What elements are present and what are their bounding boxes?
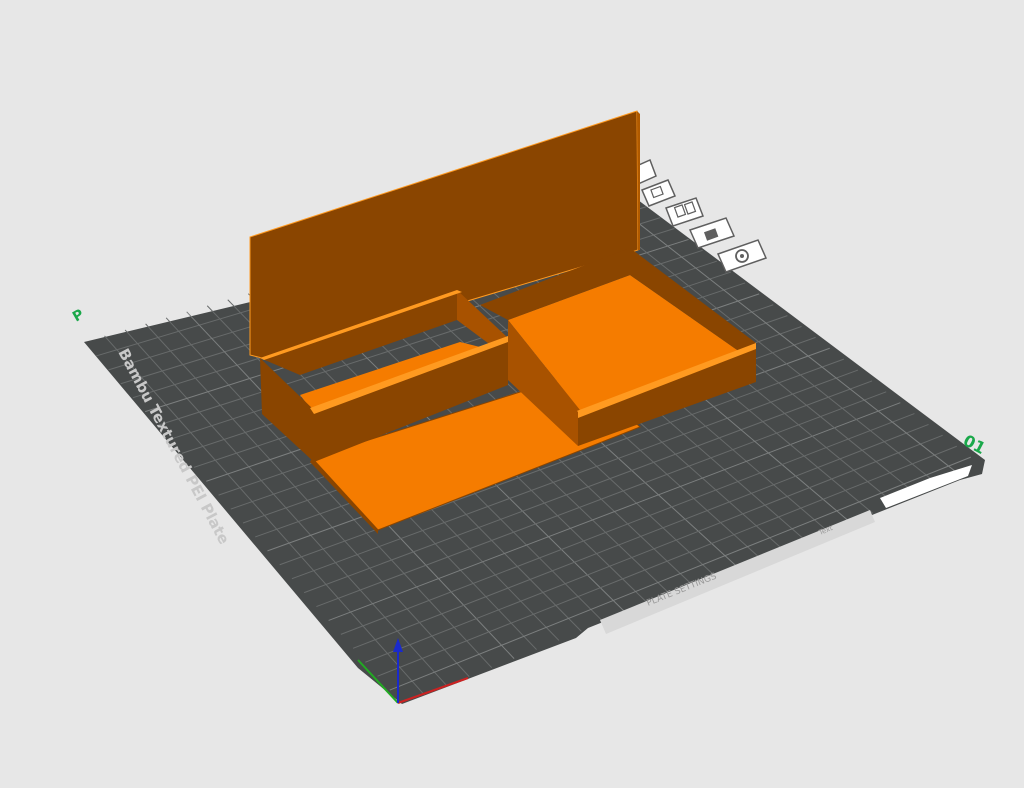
orient-icon[interactable] bbox=[640, 179, 677, 207]
plate-corner-mark: P bbox=[70, 306, 87, 325]
layout-icon[interactable] bbox=[665, 197, 704, 227]
lock-icon[interactable] bbox=[688, 217, 736, 249]
settings-icon[interactable] bbox=[716, 239, 768, 273]
3d-viewport[interactable]: PLATE SETTINGS Text Bambu Textured PEI P… bbox=[0, 0, 1024, 788]
scene-svg[interactable]: PLATE SETTINGS Text Bambu Textured PEI P… bbox=[0, 0, 1024, 788]
